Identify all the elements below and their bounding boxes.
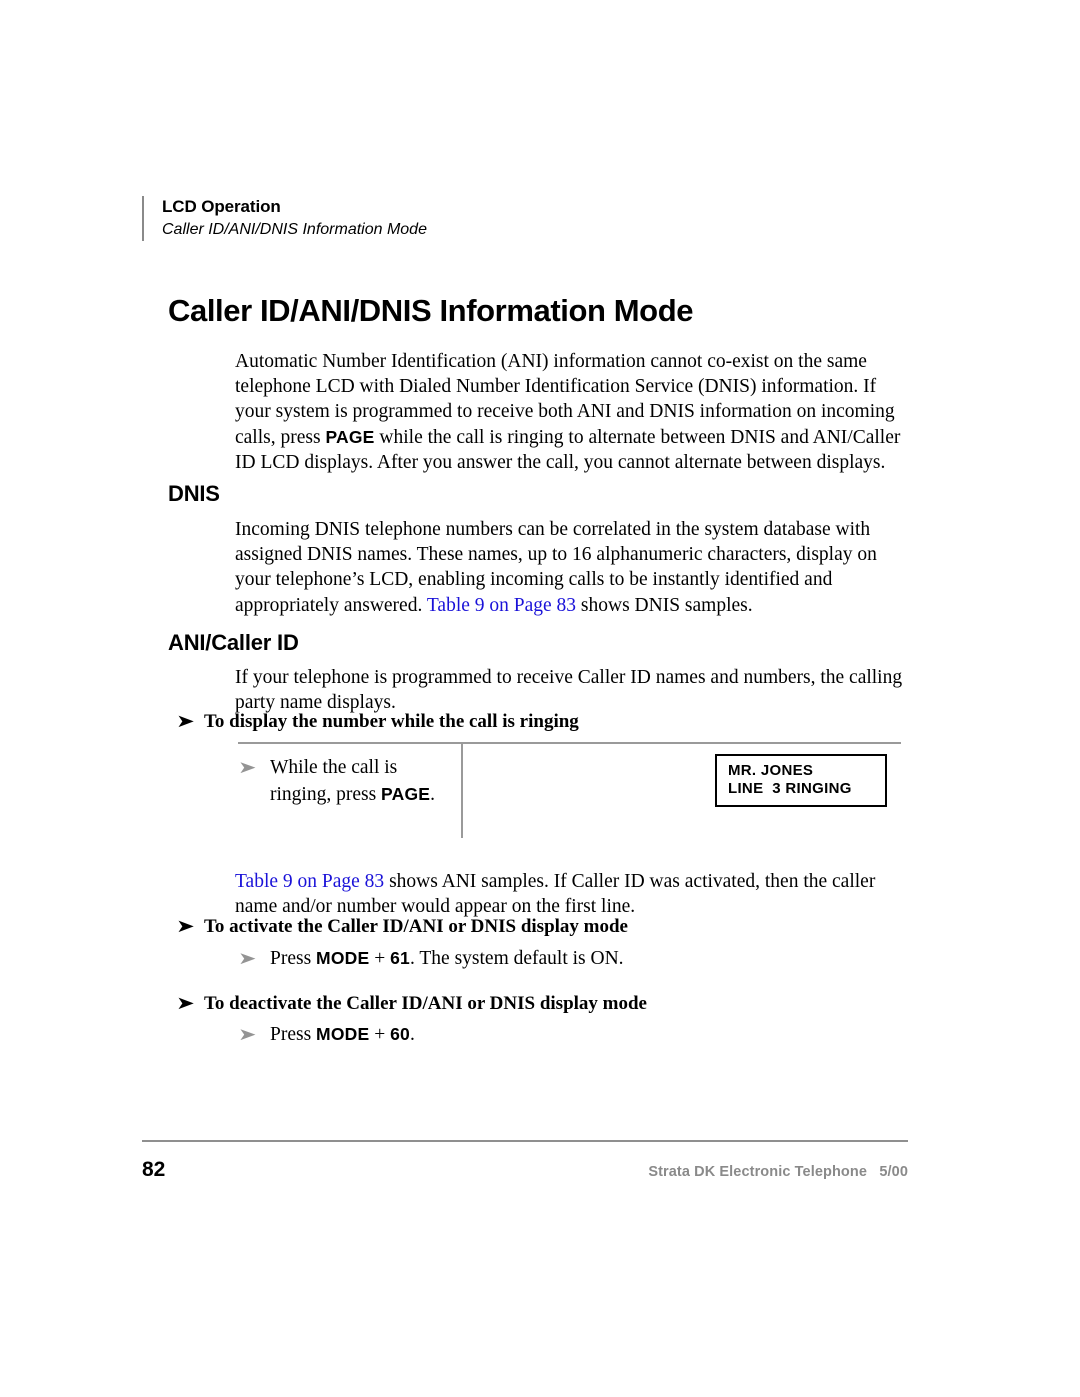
- step-text-part2: .: [430, 784, 436, 805]
- running-header-subtitle: Caller ID/ANI/DNIS Information Mode: [162, 221, 427, 238]
- arrow-right-icon: ➤: [238, 949, 257, 969]
- key-61: 61: [390, 948, 410, 968]
- procedure-heading-text: To deactivate the Caller ID/ANI or DNIS …: [204, 993, 647, 1014]
- key-60: 60: [390, 1024, 410, 1044]
- arrow-right-icon: ➤: [238, 758, 257, 778]
- cross-reference-link-table9[interactable]: Table 9 on Page 83: [427, 595, 576, 616]
- procedure-heading-text: To display the number while the call is …: [204, 711, 579, 732]
- table-cell-step-text: ➤ While the call is ringing, press PAGE.: [238, 755, 452, 808]
- plus-separator: +: [369, 948, 391, 969]
- procedure-heading-activate: ➤ To activate the Caller ID/ANI or DNIS …: [176, 914, 916, 939]
- step-text: Press MODE + 60.: [270, 1021, 918, 1048]
- table-column-divider: [461, 744, 463, 838]
- key-mode: MODE: [316, 948, 370, 968]
- footer-document-info: Strata DK Electronic Telephone 5/00: [648, 1164, 908, 1180]
- document-page: LCD Operation Caller ID/ANI/DNIS Informa…: [0, 0, 1080, 1397]
- step-text: While the call is ringing, press PAGE.: [270, 755, 452, 808]
- page-number: 82: [142, 1158, 166, 1181]
- section-heading-ani-caller-id: ANI/Caller ID: [168, 630, 299, 656]
- arrow-right-icon: ➤: [238, 1025, 257, 1045]
- section-heading-dnis: DNIS: [168, 481, 220, 507]
- step-text: Press MODE + 61. The system default is O…: [270, 945, 918, 972]
- procedure-heading-text: To activate the Caller ID/ANI or DNIS di…: [204, 916, 628, 937]
- dnis-paragraph: Incoming DNIS telephone numbers can be c…: [235, 517, 915, 619]
- page-title: Caller ID/ANI/DNIS Information Mode: [168, 292, 694, 328]
- footer-divider: [142, 1140, 908, 1142]
- procedure-step-deactivate: ➤ Press MODE + 60.: [238, 1021, 918, 1048]
- procedure-heading-deactivate: ➤ To deactivate the Caller ID/ANI or DNI…: [176, 991, 916, 1016]
- step-table-display-number: ➤ While the call is ringing, press PAGE.…: [238, 742, 901, 838]
- running-header: LCD Operation Caller ID/ANI/DNIS Informa…: [142, 196, 902, 241]
- after-table-paragraph: Table 9 on Page 83 shows ANI samples. If…: [235, 869, 915, 920]
- procedure-heading-display-number: ➤ To display the number while the call i…: [176, 709, 916, 734]
- dnis-text-part2: shows DNIS samples.: [576, 594, 753, 616]
- lcd-display-sample: MR. JONES LINE 3 RINGING: [715, 754, 887, 807]
- procedure-step-activate: ➤ Press MODE + 61. The system default is…: [238, 945, 918, 972]
- lcd-line-1: MR. JONES: [728, 762, 814, 779]
- step-text-part2: .: [409, 1024, 415, 1045]
- ani-paragraph: If your telephone is programmed to recei…: [235, 666, 903, 713]
- arrow-right-icon: ➤: [176, 916, 195, 937]
- intro-paragraph: Automatic Number Identification (ANI) in…: [235, 349, 915, 476]
- plus-separator: +: [369, 1024, 391, 1045]
- step-text-part2: . The system default is ON.: [409, 948, 624, 969]
- lcd-line-2: LINE 3 RINGING: [728, 780, 852, 797]
- key-mode: MODE: [316, 1024, 370, 1044]
- key-page: PAGE: [381, 784, 431, 804]
- cross-reference-link-table9[interactable]: Table 9 on Page 83: [235, 871, 384, 892]
- arrow-right-icon: ➤: [176, 711, 195, 732]
- step-text-part1: While the call is ringing, press: [270, 757, 398, 805]
- running-header-title: LCD Operation: [162, 197, 281, 216]
- arrow-right-icon: ➤: [176, 993, 195, 1014]
- key-page: PAGE: [325, 426, 375, 447]
